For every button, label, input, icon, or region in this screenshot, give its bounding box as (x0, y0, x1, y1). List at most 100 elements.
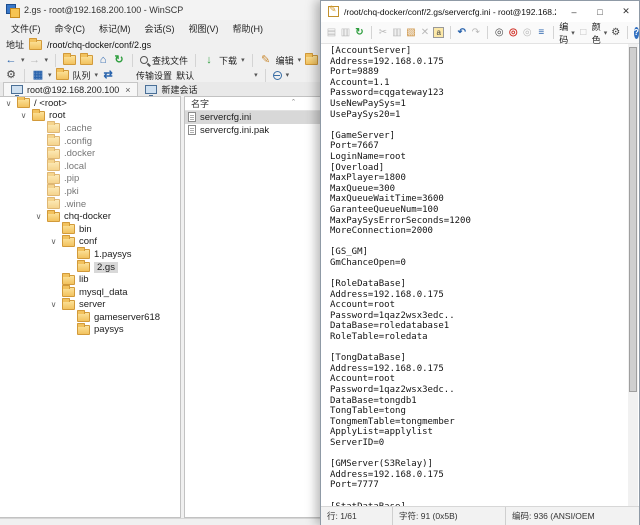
download-button[interactable]: 下载 (219, 54, 237, 67)
tree-item[interactable]: .pki (0, 185, 180, 198)
panel-layout-icon[interactable]: ▦ (32, 69, 44, 81)
tree-item[interactable]: paysys (0, 324, 180, 337)
chevron-expanded-icon[interactable]: ∨ (19, 111, 28, 120)
forward-dropdown-icon[interactable]: ▾ (45, 56, 49, 64)
find-next-icon[interactable]: ◎ (508, 27, 519, 39)
editor-scrollbar-thumb[interactable] (629, 47, 637, 392)
chevron-expanded-icon[interactable]: ∨ (49, 237, 58, 246)
find-icon[interactable]: ◎ (494, 27, 505, 39)
find-previous-icon[interactable]: ◎ (522, 27, 533, 39)
new-folder-icon[interactable] (305, 55, 318, 65)
help-icon[interactable]: ? (634, 27, 639, 39)
parent-directory-icon[interactable] (80, 55, 93, 65)
menu-item[interactable]: 帮助(H) (226, 20, 271, 37)
edit-dropdown-icon[interactable]: ▾ (298, 56, 302, 64)
session-globe-icon[interactable] (273, 71, 282, 80)
menu-item[interactable]: 视图(V) (182, 20, 226, 37)
paste-icon[interactable]: ▧ (405, 27, 416, 39)
chevron-expanded-icon[interactable]: ∨ (34, 212, 43, 221)
download-icon[interactable]: ↓ (203, 54, 215, 66)
menu-item[interactable]: 文件(F) (4, 20, 48, 37)
session-globe-dropdown-icon[interactable]: ▾ (286, 71, 290, 79)
back-icon[interactable]: ← (5, 54, 17, 66)
panel-layout-dropdown-icon[interactable]: ▾ (48, 71, 52, 79)
open-directory-icon[interactable] (63, 55, 76, 65)
editor-statusbar: 行: 1/61 字符: 91 (0x5B) 编码: 936 (ANSI/OEM (321, 506, 639, 525)
edit-button[interactable]: 编辑 (276, 54, 294, 67)
redo-icon[interactable]: ↷ (470, 27, 481, 39)
menu-item[interactable]: 命令(C) (48, 20, 93, 37)
tree-item[interactable]: .pip (0, 173, 180, 186)
edit-icon[interactable]: ✎ (260, 54, 272, 66)
save-as-icon[interactable]: ▥ (340, 27, 351, 39)
tree-item[interactable]: ∨/ <root> (0, 97, 180, 110)
chevron-expanded-icon[interactable]: ∨ (4, 99, 13, 108)
tree-item[interactable]: lib (0, 273, 180, 286)
session-tab-active[interactable]: root@192.168.200.100 × (3, 82, 138, 96)
menu-item[interactable]: 标记(M) (92, 20, 138, 37)
queue-button[interactable]: 队列 (73, 69, 91, 82)
editor-preferences-gear-icon[interactable]: ⚙ (610, 27, 621, 39)
tree-item[interactable]: .wine (0, 198, 180, 211)
file-list-header[interactable]: 名字 ˆ (185, 97, 321, 111)
select-all-icon[interactable]: a (433, 27, 443, 38)
new-session-icon (145, 85, 157, 94)
refresh-icon[interactable]: ↻ (113, 54, 125, 66)
tree-item[interactable]: .cache (0, 122, 180, 135)
transfer-settings-label: 传输设置 (136, 69, 172, 82)
session-tab-close-icon[interactable]: × (125, 85, 130, 95)
tree-item[interactable]: 1.paysys (0, 248, 180, 261)
tree-item[interactable]: .docker (0, 147, 180, 160)
address-path[interactable]: /root/chq-docker/conf/2.gs (47, 40, 151, 50)
folder-icon (62, 224, 75, 234)
transfer-settings-value[interactable]: 默认 (176, 69, 194, 82)
queue-dropdown-icon[interactable]: ▾ (95, 71, 99, 79)
find-files-button[interactable]: 查找文件 (152, 54, 188, 67)
tree-item[interactable]: ∨conf (0, 236, 180, 249)
tree-item[interactable]: 2.gs (0, 261, 180, 274)
back-dropdown-icon[interactable]: ▾ (21, 56, 25, 64)
find-files-icon[interactable] (140, 56, 148, 64)
file-row[interactable]: servercfg.ini.pak (185, 124, 321, 137)
home-directory-icon[interactable]: ⌂ (97, 54, 109, 66)
go-to-line-icon[interactable]: ≡ (536, 27, 547, 39)
save-icon[interactable]: ▤ (326, 27, 337, 39)
toolbar-separator (252, 54, 253, 67)
preferences-gear-icon[interactable]: ⚙ (5, 69, 17, 81)
chevron-expanded-icon[interactable]: ∨ (49, 300, 58, 309)
color-button[interactable]: 颜色 (592, 20, 601, 46)
tree-item[interactable]: .local (0, 160, 180, 173)
color-dropdown-icon[interactable]: ▾ (604, 29, 608, 37)
file-list-panel: 名字 ˆ servercfg.iniservercfg.ini.pak (184, 96, 322, 518)
menu-item[interactable]: 会话(S) (138, 20, 182, 37)
tree-item-label: gameserver618 (94, 312, 160, 323)
sync-browsing-icon[interactable]: ⇄ (102, 69, 114, 81)
download-dropdown-icon[interactable]: ▾ (241, 56, 245, 64)
tree-item[interactable]: ∨root (0, 110, 180, 123)
editor-scrollbar[interactable] (628, 44, 638, 506)
transfer-settings-dropdown-icon[interactable]: ▾ (254, 71, 258, 79)
delete-icon[interactable]: ✕ (419, 27, 430, 39)
session-tab-new[interactable]: 新建会话 (138, 82, 204, 96)
tree-item[interactable]: gameserver618 (0, 311, 180, 324)
file-row[interactable]: servercfg.ini (185, 111, 321, 124)
tree-item[interactable]: mysql_data (0, 286, 180, 299)
tree-item[interactable]: .config (0, 135, 180, 148)
color-checkbox-icon[interactable]: □ (578, 27, 589, 39)
name-column-header[interactable]: 名字 (191, 97, 209, 110)
close-button[interactable]: ✕ (613, 1, 639, 22)
encoding-button[interactable]: 编码 (559, 20, 568, 46)
editor-text[interactable]: [AccountServer] Address=192.168.0.175 Po… (322, 44, 628, 506)
queue-icon[interactable] (56, 70, 69, 80)
cut-icon[interactable]: ✂ (377, 27, 388, 39)
forward-icon[interactable]: → (29, 54, 41, 66)
tree-item[interactable]: ∨server (0, 299, 180, 312)
editor-document-icon (328, 6, 339, 17)
reload-icon[interactable]: ↻ (354, 27, 365, 39)
copy-icon[interactable]: ▥ (391, 27, 402, 39)
editor-content-area[interactable]: [AccountServer] Address=192.168.0.175 Po… (322, 44, 628, 506)
undo-icon[interactable]: ↶ (456, 27, 467, 39)
encoding-dropdown-icon[interactable]: ▾ (571, 29, 575, 37)
tree-item[interactable]: ∨chq-docker (0, 210, 180, 223)
tree-item[interactable]: bin (0, 223, 180, 236)
